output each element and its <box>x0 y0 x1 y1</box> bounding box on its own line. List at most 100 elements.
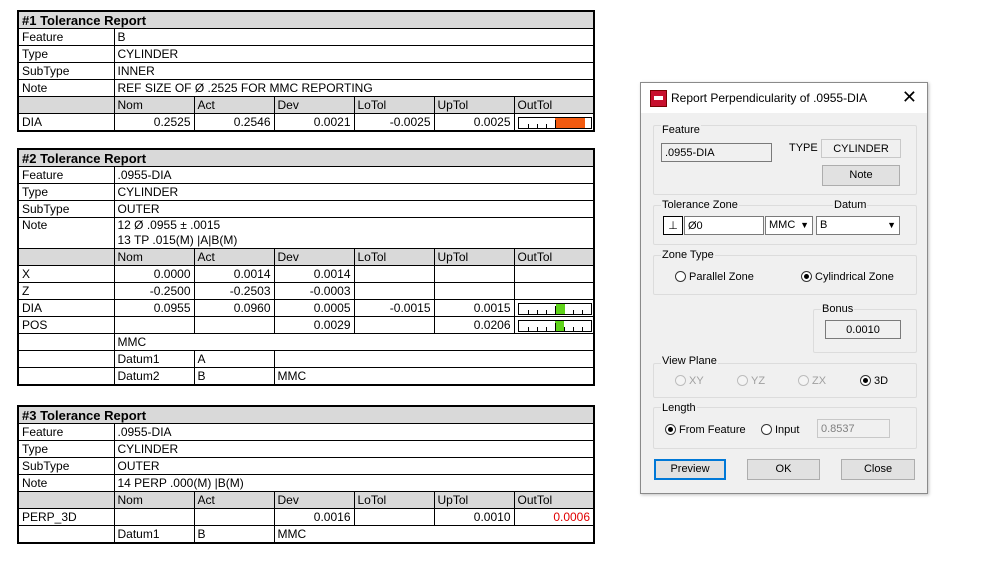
dev-cell: -0.0003 <box>273 282 355 300</box>
radio-icon <box>675 375 686 386</box>
outtol-cell <box>513 316 595 334</box>
dim-name: POS <box>17 316 115 334</box>
col-header: UpTol <box>433 248 515 266</box>
row-value: 14 PERP .000(M) |B(M) <box>113 474 595 492</box>
lotol-cell: -0.0015 <box>353 299 435 317</box>
chevron-down-icon: ▼ <box>887 220 896 230</box>
bonus-label: Bonus <box>821 303 855 315</box>
col-header: Nom <box>113 491 195 509</box>
col-header: OutTol <box>513 491 595 509</box>
gauge-tick <box>536 327 538 331</box>
table-row: DIA 0.2525 0.2546 0.0021 -0.0025 0.0025 <box>17 113 595 132</box>
col-header: Dev <box>273 491 355 509</box>
3d-radio[interactable]: 3D <box>860 374 888 388</box>
ok-button[interactable]: OK <box>747 459 820 480</box>
radio-selected-icon <box>860 375 871 386</box>
tolerance-value-field[interactable]: Ø0 <box>684 216 764 235</box>
gauge-tick <box>572 327 574 331</box>
col-header: Act <box>193 248 275 266</box>
row-value: CYLINDER <box>113 183 595 201</box>
feature-field[interactable]: .0955-DIA <box>661 143 772 162</box>
zone-type-label: Zone Type <box>661 249 715 261</box>
datum-select[interactable]: B ▼ <box>816 216 900 235</box>
note-button[interactable]: Note <box>822 165 900 186</box>
gauge-tick <box>581 327 583 331</box>
parallel-zone-radio[interactable]: Parallel Zone <box>675 270 754 284</box>
radio-label: Input <box>775 424 800 436</box>
tolerance-gauge <box>517 303 592 315</box>
radio-label: From Feature <box>679 424 746 436</box>
yz-radio[interactable]: YZ <box>737 374 765 388</box>
datum-value: B <box>820 219 828 231</box>
xy-radio[interactable]: XY <box>675 374 704 388</box>
row-label: Type <box>17 440 115 458</box>
act-cell: 0.0014 <box>193 265 275 283</box>
radio-selected-icon <box>801 271 812 282</box>
nom-cell: 0.2525 <box>113 113 195 132</box>
col-header: Nom <box>113 248 195 266</box>
col-header: LoTol <box>353 491 435 509</box>
gauge-tick <box>527 124 529 128</box>
perpendicular-symbol[interactable]: ⊥ <box>663 216 683 235</box>
outtol-cell: 0.0006 <box>513 508 595 526</box>
datum-name: Datum1 <box>113 525 195 544</box>
datum-mod: MMC <box>273 367 595 386</box>
report-2-table: #2 Tolerance Report Feature .0955-DIA Typ… <box>17 148 596 386</box>
header-blank <box>17 248 115 266</box>
from-feature-radio[interactable]: From Feature <box>665 423 746 437</box>
dialog-title-bar[interactable]: Report Perpendicularity of .0955-DIA ✕ <box>641 83 927 113</box>
row-value: OUTER <box>113 200 595 218</box>
close-button[interactable]: Close <box>841 459 915 480</box>
lotol-cell <box>353 316 435 334</box>
row-label: Note <box>17 217 115 249</box>
col-header: OutTol <box>513 96 595 114</box>
lotol-cell <box>353 508 435 526</box>
row-label: Feature <box>17 423 115 441</box>
zx-radio[interactable]: ZX <box>798 374 826 388</box>
cylindrical-zone-radio[interactable]: Cylindrical Zone <box>801 270 894 284</box>
lotol-cell: -0.0025 <box>353 113 435 132</box>
outtol-cell <box>513 265 595 283</box>
datum-ref: B <box>193 367 275 386</box>
gauge-tick <box>581 310 583 314</box>
datum-mod <box>273 350 595 368</box>
outtol-cell <box>513 113 595 132</box>
header-blank <box>17 491 115 509</box>
uptol-cell: 0.0010 <box>433 508 515 526</box>
header-blank <box>17 96 115 114</box>
length-label: Length <box>661 402 697 414</box>
row-value: .0955-DIA <box>113 423 595 441</box>
datum-name: Datum1 <box>113 350 195 368</box>
tolerance-report-3: #3 Tolerance Report Feature .0955-DIA Typ… <box>17 405 596 544</box>
datum-label: Datum <box>833 199 868 211</box>
input-radio[interactable]: Input <box>761 423 799 437</box>
act-cell: 0.2546 <box>193 113 275 132</box>
preview-button[interactable]: Preview <box>654 459 726 480</box>
tolerance-gauge <box>517 117 592 129</box>
gauge-tick <box>545 124 547 128</box>
act-cell <box>193 316 275 334</box>
length-input-field[interactable]: 0.8537 <box>817 419 890 438</box>
radio-label: XY <box>689 375 704 387</box>
gauge-fill <box>554 118 585 128</box>
uptol-cell: 0.0015 <box>433 299 515 317</box>
gauge-center-mark <box>554 306 556 314</box>
close-icon[interactable]: ✕ <box>902 87 917 107</box>
row-value: INNER <box>113 62 595 80</box>
nom-cell: -0.2500 <box>113 282 195 300</box>
dim-name: X <box>17 265 115 283</box>
datum-mod: MMC <box>273 525 595 544</box>
blank-cell <box>17 333 115 351</box>
dim-name: DIA <box>17 299 115 317</box>
note-line: 12 Ø .0955 ± .0015 <box>117 218 221 233</box>
report-3-table: #3 Tolerance Report Feature .0955-DIA Typ… <box>17 405 596 544</box>
outtol-cell <box>513 299 595 317</box>
type-field: CYLINDER <box>821 139 901 158</box>
gauge-fill <box>555 304 565 314</box>
row-label: Note <box>17 79 115 97</box>
row-label: SubType <box>17 200 115 218</box>
lotol-cell <box>353 282 435 300</box>
lotol-cell <box>353 265 435 283</box>
modifier-select[interactable]: MMC ▼ <box>765 216 813 235</box>
tolerance-gauge <box>517 320 592 332</box>
